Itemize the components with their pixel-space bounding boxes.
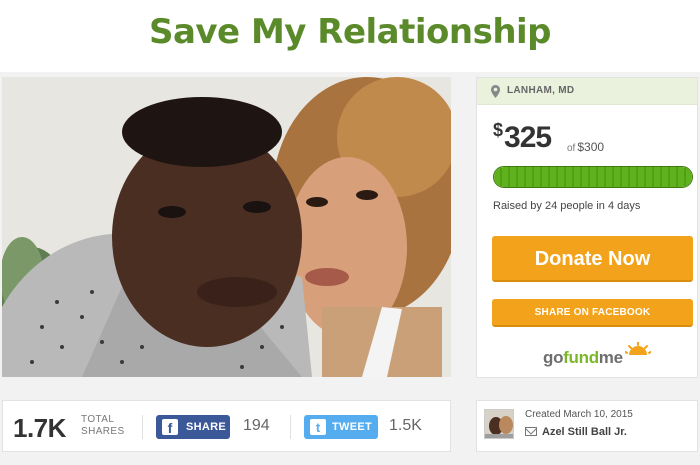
raised-amount-value: 325 [504, 121, 552, 154]
divider [290, 415, 291, 439]
organizer-name: Azel Still Ball Jr. [542, 426, 627, 438]
tweet-count: 1.5K [389, 417, 422, 434]
progress-bar [493, 166, 693, 188]
creator-box: Created March 10, 2015 Azel Still Ball J… [476, 400, 698, 452]
facebook-share-label: SHARE [186, 421, 227, 433]
facebook-share-count: 194 [243, 417, 270, 434]
couple-photo-illustration [2, 77, 451, 377]
total-shares-count: 1.7K [13, 413, 66, 443]
raised-summary: Raised by 24 people in 4 days [493, 200, 641, 212]
currency-symbol: $ [493, 120, 504, 140]
goal-text: of $300 [567, 140, 604, 154]
created-date: Created March 10, 2015 [525, 409, 633, 420]
map-pin-icon [491, 85, 500, 98]
campaign-photo [2, 77, 451, 377]
location-text: LANHAM, MD [507, 85, 575, 96]
share-bar: 1.7K TOTAL SHARES f SHARE 194 t TWEET 1.… [2, 400, 451, 452]
goal-amount: $300 [577, 140, 605, 154]
page-title: Save My Relationship [148, 12, 552, 52]
twitter-icon: t [310, 419, 326, 435]
facebook-icon: f [162, 419, 178, 436]
sun-icon [625, 342, 651, 355]
location-bar: LANHAM, MD [477, 78, 697, 105]
header: Save My Relationship [0, 0, 700, 72]
share-on-facebook-button[interactable]: SHARE ON FACEBOOK [492, 299, 693, 327]
avatar[interactable] [484, 409, 514, 439]
divider [142, 415, 143, 439]
raised-amount: $325 [493, 120, 552, 155]
facebook-share-button[interactable]: f SHARE [156, 415, 230, 439]
gofundme-wordmark: gofundme [543, 348, 623, 367]
donate-now-button[interactable]: Donate Now [492, 236, 693, 282]
donation-panel: LANHAM, MD $325 of $300 Raised by 24 peop… [476, 77, 698, 378]
twitter-tweet-button[interactable]: t TWEET [304, 415, 378, 439]
progress-fill [494, 167, 692, 187]
mail-icon [525, 427, 537, 436]
gofundme-logo[interactable]: gofundme [543, 342, 653, 370]
avatar-image [485, 410, 513, 438]
tweet-label: TWEET [332, 421, 372, 433]
goal-prefix: of [567, 143, 576, 154]
total-shares-label: TOTAL SHARES [81, 414, 125, 437]
